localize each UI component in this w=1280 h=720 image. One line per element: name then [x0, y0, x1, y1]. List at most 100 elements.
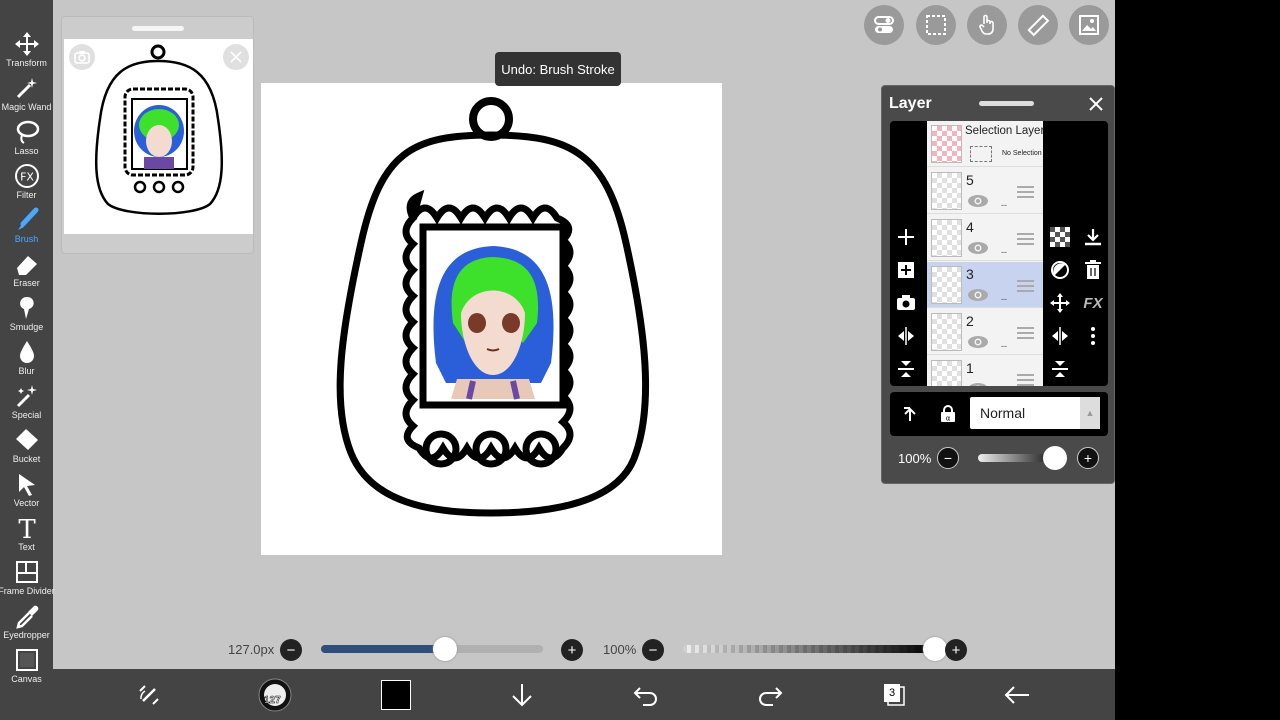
drag-handle-icon[interactable]: [1017, 280, 1034, 292]
merge-down-icon[interactable]: [894, 357, 918, 381]
color-swatch[interactable]: [381, 680, 411, 710]
letterbox-right: [1115, 0, 1280, 720]
add-layer-copy-icon[interactable]: [894, 258, 918, 282]
touch-hand-icon[interactable]: [967, 5, 1007, 45]
eye-icon[interactable]: [967, 288, 989, 302]
close-icon[interactable]: [1086, 94, 1106, 114]
eye-icon[interactable]: [967, 241, 989, 255]
layer-panel-grip[interactable]: [979, 101, 1034, 106]
more-options-icon[interactable]: [1081, 324, 1105, 348]
eyedropper-icon: [15, 605, 38, 629]
ruler-icon[interactable]: [1018, 5, 1058, 45]
layer-blend-indicator: --: [1001, 247, 1007, 257]
brush-opacity-slider[interactable]: [683, 645, 935, 653]
layer-rows: Selection Layer No Selection 5 -- 4 -- 3 -- 2 -…: [927, 121, 1044, 386]
svg-text:FX: FX: [20, 171, 34, 184]
toggle-icon[interactable]: [864, 5, 904, 45]
brush-size-plus-button[interactable]: +: [561, 639, 583, 661]
layer-opacity-plus-button[interactable]: +: [1077, 447, 1099, 469]
tool-canvas[interactable]: Canvas: [0, 645, 53, 689]
eye-icon[interactable]: [967, 382, 989, 386]
undo-icon[interactable]: [630, 679, 662, 711]
brush-size-slider[interactable]: [321, 645, 543, 653]
tool-eraser[interactable]: Eraser: [0, 249, 53, 293]
camera-import-icon[interactable]: [894, 291, 918, 315]
drawing-canvas[interactable]: [261, 83, 722, 555]
arrow-down-icon[interactable]: [506, 679, 538, 711]
tool-label: Lasso: [14, 146, 39, 156]
trash-icon[interactable]: [1081, 258, 1105, 282]
tool-lasso[interactable]: Lasso: [0, 117, 53, 161]
drag-handle-icon[interactable]: [1017, 327, 1034, 339]
layer-row[interactable]: 1: [927, 356, 1043, 386]
layer-row[interactable]: 3 --: [927, 262, 1043, 308]
tool-label: Bucket: [12, 454, 41, 464]
layer-row[interactable]: 4 --: [927, 215, 1043, 261]
navigator-grip[interactable]: [132, 26, 184, 31]
tool-eyedropper[interactable]: Eyedropper: [0, 601, 53, 645]
tool-filter[interactable]: FX Filter: [0, 161, 53, 205]
layer-fx-icon[interactable]: FX: [1081, 291, 1105, 315]
transparency-checker-icon[interactable]: [1048, 225, 1072, 249]
clip-arrow-icon[interactable]: [898, 402, 922, 426]
tool-bucket[interactable]: Bucket: [0, 425, 53, 469]
tool-blur[interactable]: Blur: [0, 337, 53, 381]
tool-sidebar: Transform Magic Wand Lasso FX Filter Brush Era…: [0, 0, 55, 720]
tool-vector[interactable]: Vector: [0, 469, 53, 513]
tool-label: Eyedropper: [3, 630, 50, 640]
tool-transform[interactable]: Transform: [0, 29, 53, 73]
layer-panel[interactable]: Layer Selection Layer No Selection 5 -- …: [881, 85, 1115, 484]
layer-opacity-minus-button[interactable]: −: [937, 447, 959, 469]
layer-row[interactable]: 5 --: [927, 168, 1043, 214]
gallery-image-icon[interactable]: [1069, 5, 1109, 45]
brush-size-knob[interactable]: [433, 637, 458, 661]
tool-swap-icon[interactable]: [133, 679, 165, 711]
tool-magic-wand[interactable]: Magic Wand: [0, 73, 53, 117]
layer-blend-indicator: --: [1001, 341, 1007, 351]
selection-icon[interactable]: [916, 5, 956, 45]
tool-brush[interactable]: Brush: [0, 205, 53, 249]
tool-smudge[interactable]: Smudge: [0, 293, 53, 337]
alpha-lock-icon[interactable]: α: [936, 402, 960, 426]
layers-count-icon[interactable]: 3: [878, 679, 910, 711]
layer-actions-left: [890, 121, 922, 386]
brush-opacity-knob[interactable]: [923, 637, 947, 661]
tool-frame-divider[interactable]: Frame Divider: [0, 557, 55, 601]
brush-opacity-plus-button[interactable]: +: [945, 639, 967, 661]
vector-arrow-icon: [18, 474, 35, 496]
eye-icon[interactable]: [967, 194, 989, 208]
fx-icon: FX: [14, 164, 39, 188]
blend-mode-select[interactable]: Normal ▲: [970, 397, 1100, 429]
layer-row[interactable]: 2 --: [927, 309, 1043, 355]
camera-icon[interactable]: [69, 44, 95, 70]
merge-layer-icon[interactable]: [1048, 357, 1072, 381]
redo-icon[interactable]: [754, 679, 786, 711]
navigator-preview[interactable]: [64, 39, 253, 234]
selection-layer-row[interactable]: Selection Layer No Selection: [927, 121, 1044, 167]
add-layer-icon[interactable]: [894, 225, 918, 249]
brush-preview-button[interactable]: 127: [257, 677, 293, 713]
navigator-panel[interactable]: [61, 16, 254, 254]
brush-opacity-minus-button[interactable]: −: [642, 639, 664, 661]
drag-handle-icon[interactable]: [1017, 233, 1034, 245]
drag-handle-icon[interactable]: [1017, 374, 1034, 386]
layer-opacity-knob[interactable]: [1043, 446, 1067, 470]
layer-opacity-value: 100%: [898, 451, 932, 466]
tool-text[interactable]: T Text: [0, 513, 53, 557]
flip-layer-icon[interactable]: [1048, 324, 1072, 348]
move-layer-icon[interactable]: [1048, 291, 1072, 315]
clipping-circle-icon[interactable]: [1048, 258, 1072, 282]
back-arrow-icon[interactable]: [1001, 679, 1033, 711]
layer-opacity-slider[interactable]: [978, 454, 1050, 462]
flip-horizontal-icon[interactable]: [894, 324, 918, 348]
brush-size-badge: 127: [264, 695, 281, 707]
close-navigator-icon[interactable]: [223, 44, 249, 70]
navigator-thumbnail: [94, 44, 224, 215]
download-icon[interactable]: [1081, 225, 1105, 249]
layer-thumbnail: [931, 172, 962, 210]
tool-label: Magic Wand: [1, 102, 52, 112]
eye-icon[interactable]: [967, 335, 989, 349]
brush-size-minus-button[interactable]: −: [280, 639, 302, 661]
tool-special[interactable]: Special: [0, 381, 53, 425]
drag-handle-icon[interactable]: [1017, 186, 1034, 198]
